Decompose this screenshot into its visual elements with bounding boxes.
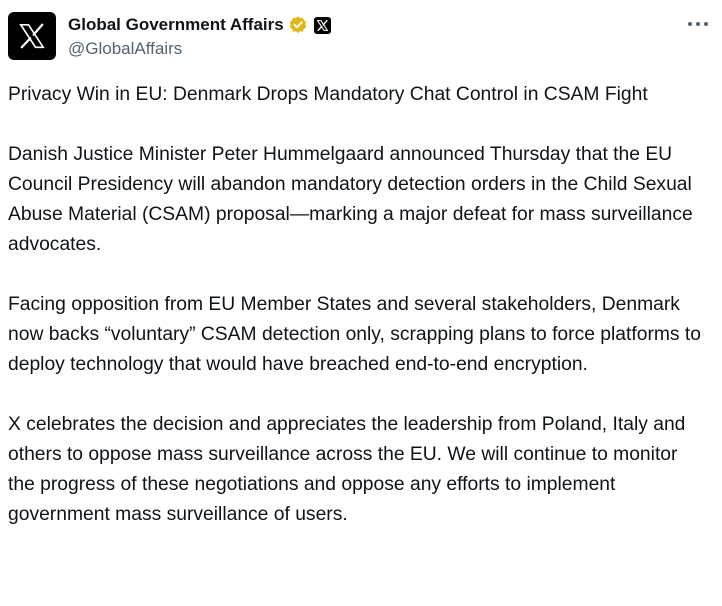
display-name[interactable]: Global Government Affairs [68,15,284,35]
post-paragraph: X celebrates the decision and appreciate… [8,414,686,525]
verified-badge-icon[interactable] [288,15,308,35]
post-title: Privacy Win in EU: Denmark Drops Mandato… [8,84,648,105]
avatar[interactable] [8,12,56,60]
post-body: Privacy Win in EU: Denmark Drops Mandato… [8,80,708,530]
user-handle[interactable]: @GlobalAffairs [68,39,331,59]
more-options-button[interactable] [684,14,712,34]
post-paragraph: Danish Justice Minister Peter Hummelgaar… [8,144,693,255]
x-logo-icon [19,23,45,49]
affiliate-badge-icon[interactable] [313,16,331,34]
more-icon [688,22,708,26]
post-header: Global Government Affairs @GlobalAffairs [8,12,714,64]
post-paragraph: Facing opposition from EU Member States … [8,294,702,375]
author-info: Global Government Affairs @GlobalAffairs [68,14,331,59]
